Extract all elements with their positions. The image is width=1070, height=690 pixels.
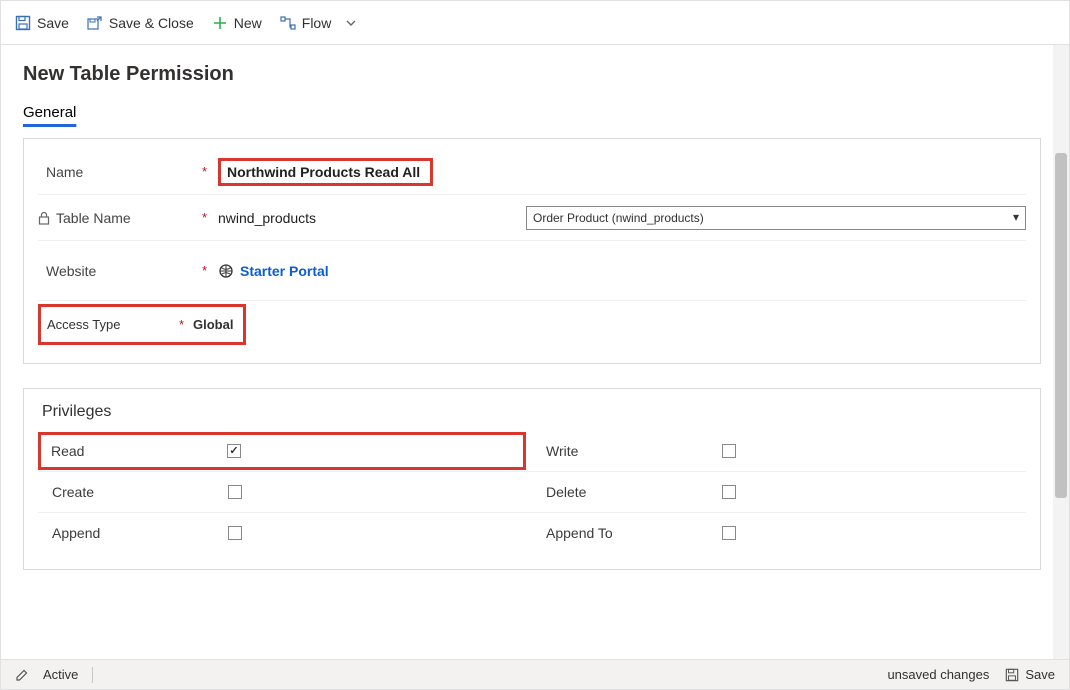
tab-strip: General — [23, 100, 1041, 128]
table-name-label: Table Name — [56, 210, 131, 226]
append-to-label: Append To — [546, 525, 722, 541]
tab-general[interactable]: General — [23, 100, 76, 127]
save-close-button[interactable]: Save & Close — [87, 15, 194, 31]
write-checkbox[interactable] — [722, 444, 736, 458]
table-name-value[interactable]: nwind_products — [218, 210, 316, 226]
app-root: Save Save & Close New Flow New Ta — [0, 0, 1070, 690]
name-required: * — [202, 164, 207, 179]
privilege-create: Create — [38, 472, 532, 513]
globe-icon — [218, 263, 234, 279]
access-type-label: Access Type — [47, 317, 179, 332]
name-label: Name — [46, 164, 83, 180]
read-highlight: Read — [38, 432, 526, 470]
page-title: New Table Permission — [23, 63, 1041, 86]
privilege-write: Write — [532, 431, 1026, 472]
plus-icon — [212, 15, 228, 31]
access-type-value[interactable]: Global — [193, 317, 233, 332]
access-type-highlight: Access Type * Global — [38, 304, 246, 345]
chevron-down-icon — [343, 15, 359, 31]
scrollbar-thumb[interactable] — [1055, 153, 1067, 498]
new-button[interactable]: New — [212, 15, 262, 31]
delete-checkbox[interactable] — [722, 485, 736, 499]
table-name-select[interactable]: Order Product (nwind_products) — [526, 206, 1026, 230]
privilege-append: Append — [38, 513, 532, 553]
general-section: Name * Northwind Products Read All — [23, 138, 1041, 364]
flow-button[interactable]: Flow — [280, 15, 360, 31]
scrollbar-track[interactable] — [1053, 45, 1069, 659]
access-type-required: * — [179, 317, 193, 332]
save-close-label: Save & Close — [109, 15, 194, 31]
save-button[interactable]: Save — [15, 15, 69, 31]
read-checkbox[interactable] — [227, 444, 241, 458]
status-label: Active — [43, 667, 78, 682]
privilege-read: Read — [38, 431, 532, 472]
privileges-grid: Read Write Create Delete — [38, 431, 1026, 553]
website-label: Website — [46, 263, 96, 279]
field-row-name: Name * Northwind Products Read All — [38, 149, 1026, 195]
field-row-website: Website * Starter Portal — [38, 241, 1026, 301]
save-close-icon — [87, 15, 103, 31]
privileges-section: Privileges Read Write Create — [23, 388, 1041, 570]
flow-icon — [280, 15, 296, 31]
website-required: * — [202, 263, 207, 278]
privilege-append-to: Append To — [532, 513, 1026, 553]
status-bar: Active unsaved changes Save — [1, 659, 1069, 689]
status-divider — [92, 667, 93, 683]
website-value[interactable]: Starter Portal — [240, 263, 329, 279]
save-label: Save — [37, 15, 69, 31]
save-icon — [15, 15, 31, 31]
table-name-required: * — [202, 210, 207, 225]
command-bar: Save Save & Close New Flow — [1, 1, 1069, 45]
unsaved-changes-label: unsaved changes — [887, 667, 989, 682]
append-checkbox[interactable] — [228, 526, 242, 540]
field-row-table-name: Table Name * nwind_products Order Produc… — [38, 195, 1026, 241]
create-checkbox[interactable] — [228, 485, 242, 499]
read-label: Read — [51, 443, 227, 459]
edit-icon[interactable] — [15, 668, 29, 682]
flow-label: Flow — [302, 15, 332, 31]
append-label: Append — [52, 525, 228, 541]
form-body: New Table Permission General Name * — [1, 45, 1069, 659]
footer-save-label: Save — [1025, 667, 1055, 682]
footer-save-icon — [1005, 668, 1019, 682]
lock-icon — [38, 211, 50, 225]
table-name-select-value: Order Product (nwind_products) — [533, 211, 704, 225]
delete-label: Delete — [546, 484, 722, 500]
name-highlight: Northwind Products Read All — [218, 158, 433, 186]
field-row-access-type: Access Type * Global — [38, 301, 1026, 347]
footer-save-button[interactable]: Save — [1005, 667, 1055, 682]
create-label: Create — [52, 484, 228, 500]
append-to-checkbox[interactable] — [722, 526, 736, 540]
privileges-title: Privileges — [42, 403, 1026, 421]
privilege-delete: Delete — [532, 472, 1026, 513]
new-label: New — [234, 15, 262, 31]
form-scroll: New Table Permission General Name * — [1, 45, 1053, 659]
name-value[interactable]: Northwind Products Read All — [227, 164, 420, 180]
write-label: Write — [546, 443, 722, 459]
